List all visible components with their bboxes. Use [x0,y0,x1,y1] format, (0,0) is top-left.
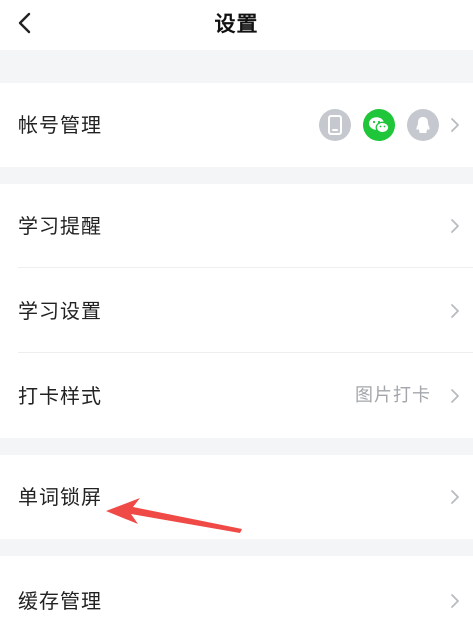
checkin-style-row[interactable]: 打卡样式 图片打卡 [0,354,473,438]
chevron-right-icon [451,304,459,318]
nav-bar: 设置 [0,0,473,50]
page-title: 设置 [214,12,259,36]
phone-icon [319,109,351,141]
section-gap [0,539,473,556]
section-gap [0,438,473,455]
account-management-row[interactable]: 帐号管理 [0,83,473,167]
chevron-right-icon [451,389,459,403]
chevron-right-icon [451,490,459,504]
word-lockscreen-row[interactable]: 单词锁屏 [0,455,473,539]
study-settings-label: 学习设置 [18,299,102,323]
study-reminder-label: 学习提醒 [18,214,102,238]
cache-management-label: 缓存管理 [18,589,102,613]
chevron-right-icon [451,219,459,233]
divider [18,352,473,353]
chevron-right-icon [451,594,459,608]
study-settings-row[interactable]: 学习设置 [0,269,473,353]
chevron-right-icon [451,118,459,132]
qq-icon [407,109,439,141]
login-methods [319,109,439,141]
checkin-style-label: 打卡样式 [18,384,102,408]
cache-management-row[interactable]: 缓存管理 [0,556,473,635]
divider [18,267,473,268]
section-gap [0,167,473,184]
account-management-label: 帐号管理 [18,113,102,137]
word-lockscreen-label: 单词锁屏 [18,485,102,509]
section-gap [0,50,473,83]
wechat-icon [363,109,395,141]
checkin-style-value: 图片打卡 [355,385,431,406]
study-reminder-row[interactable]: 学习提醒 [0,184,473,268]
